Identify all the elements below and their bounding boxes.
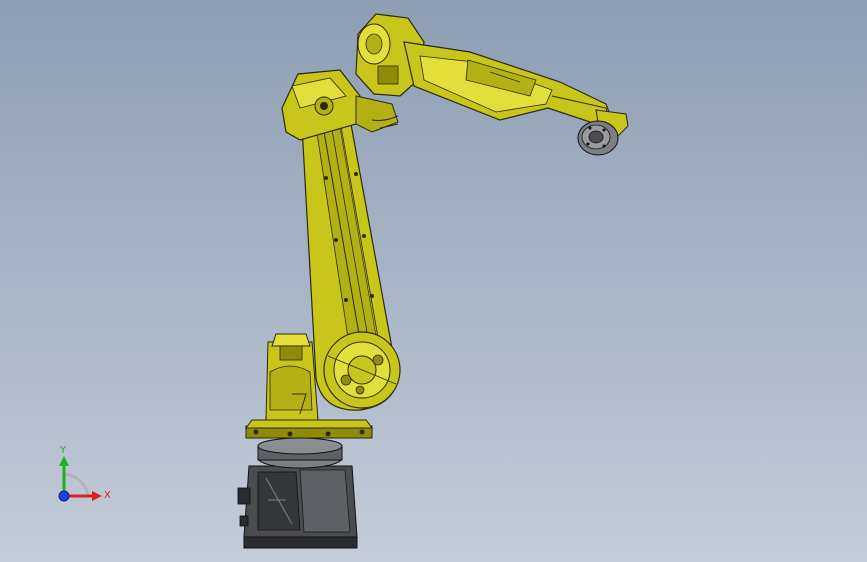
axis-triad: Y X	[58, 445, 111, 502]
y-axis-label: Y	[59, 445, 67, 456]
robot-base[interactable]	[237, 437, 358, 549]
cad-viewport[interactable]: Y X	[0, 0, 867, 562]
z-axis-dot	[58, 490, 70, 502]
robot-wrist-flange[interactable]	[577, 120, 619, 156]
robot-3d-model[interactable]: Y X	[0, 0, 867, 562]
x-axis-label: X	[104, 490, 111, 501]
